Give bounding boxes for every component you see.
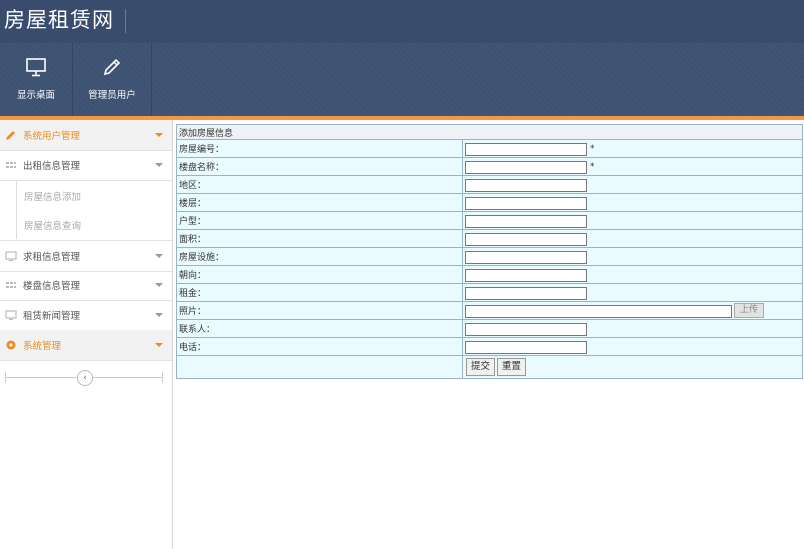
field-label: 户型：	[176, 211, 463, 230]
chevron-down-icon	[155, 163, 163, 167]
monitor-icon	[26, 58, 46, 77]
contact-input[interactable]	[465, 322, 587, 336]
required-mark: *	[590, 162, 595, 172]
required-mark: *	[590, 144, 595, 154]
chevron-down-icon	[155, 133, 163, 137]
field-label: 联系人：	[176, 319, 463, 338]
field-label: 朝向：	[176, 265, 463, 284]
form-row-phone: 电话：	[176, 337, 803, 356]
pencil-icon	[103, 58, 121, 76]
menu-label: 出租信息管理	[23, 161, 81, 172]
chevron-left-icon[interactable]: ‹	[77, 370, 93, 386]
menu-label: 系统管理	[23, 341, 62, 352]
field-label: 房屋编号：	[176, 139, 463, 158]
header-divider	[125, 9, 126, 33]
menu-system-users[interactable]: 系统用户管理	[0, 120, 172, 151]
field-label: 楼盘名称：	[176, 157, 463, 176]
site-title: 房屋租赁网	[4, 8, 114, 32]
app-header: 房屋租赁网	[0, 0, 804, 43]
field-label: 租金：	[176, 283, 463, 302]
phone-input[interactable]	[465, 340, 587, 354]
submenu-label: 房屋信息添加	[24, 192, 82, 203]
layout-input[interactable]	[465, 214, 587, 228]
sidebar-collapse: ‹	[5, 370, 163, 386]
grid-icon	[6, 162, 16, 168]
area-input[interactable]	[465, 232, 587, 246]
menu-rental-news[interactable]: 租赁新闻管理	[0, 300, 172, 331]
form-row-orientation: 朝向：	[176, 265, 803, 284]
submit-button[interactable]: 提交	[466, 358, 496, 376]
monitor-icon	[5, 310, 17, 321]
menu-system-admin[interactable]: 系统管理	[0, 330, 172, 361]
field-label: 地区：	[176, 175, 463, 194]
form-row-rent: 租金：	[176, 283, 803, 302]
chevron-down-icon	[155, 254, 163, 258]
chevron-down-icon	[155, 313, 163, 317]
add-house-panel: 添加房屋信息 房屋编号： * 楼盘名称： * 地区： 楼层： 户型： 面积： 房…	[176, 124, 803, 379]
form-row-house-id: 房屋编号： *	[176, 139, 803, 158]
building-name-input[interactable]	[465, 160, 587, 174]
photo-path-input[interactable]	[465, 304, 732, 318]
facilities-input[interactable]	[465, 250, 587, 264]
form-row-photo: 照片： 上传	[176, 301, 803, 320]
grid-icon	[6, 282, 16, 288]
submenu-query-house[interactable]: 房屋信息查询	[0, 210, 172, 239]
admin-user-label: 管理员用户	[88, 90, 136, 101]
menu-label: 求租信息管理	[23, 252, 81, 263]
form-caption: 添加房屋信息	[176, 124, 803, 140]
show-desktop-label: 显示桌面	[16, 90, 55, 101]
form-row-region: 地区：	[176, 175, 803, 194]
field-label: 楼层：	[176, 193, 463, 212]
submenu-label: 房屋信息查询	[24, 221, 82, 232]
form-row-area: 面积：	[176, 229, 803, 248]
form-row-layout: 户型：	[176, 211, 803, 230]
rent-input[interactable]	[465, 286, 587, 300]
menu-label: 租赁新闻管理	[23, 311, 81, 322]
region-input[interactable]	[465, 178, 587, 192]
sidebar: 系统用户管理 出租信息管理 房屋信息添加 房屋信息查询 求租信息管理 楼盘信息管…	[0, 120, 173, 549]
upload-button[interactable]: 上传	[734, 303, 764, 318]
add-house-form: 添加房屋信息 房屋编号： * 楼盘名称： * 地区： 楼层： 户型： 面积： 房…	[176, 124, 803, 379]
field-label: 房屋设施：	[176, 247, 463, 266]
orientation-input[interactable]	[465, 268, 587, 282]
form-row-building-name: 楼盘名称： *	[176, 157, 803, 176]
chevron-down-icon	[155, 283, 163, 287]
field-label: 面积：	[176, 229, 463, 248]
admin-user-button[interactable]: 管理员用户	[76, 43, 148, 116]
toolbar-divider	[72, 43, 73, 116]
submenu-add-house[interactable]: 房屋信息添加	[0, 181, 172, 210]
reset-button[interactable]: 重置	[497, 358, 527, 376]
pencil-icon	[6, 131, 15, 140]
form-row-facilities: 房屋设施：	[176, 247, 803, 266]
menu-label: 系统用户管理	[23, 131, 81, 142]
house-id-input[interactable]	[465, 142, 587, 156]
menu-building-info[interactable]: 楼盘信息管理	[0, 270, 172, 301]
toolbar-divider	[151, 43, 152, 116]
form-row-contact: 联系人：	[176, 319, 803, 338]
settings-icon	[6, 340, 16, 350]
menu-label: 楼盘信息管理	[23, 281, 81, 292]
monitor-icon	[5, 251, 17, 262]
field-label: 照片：	[176, 301, 463, 320]
chevron-down-icon	[155, 343, 163, 347]
toolbar: 显示桌面 管理员用户	[0, 43, 804, 116]
menu-rental-info[interactable]: 出租信息管理	[0, 150, 172, 181]
floor-input[interactable]	[465, 196, 587, 210]
field-label: 电话：	[176, 337, 463, 356]
form-row-floor: 楼层：	[176, 193, 803, 212]
show-desktop-button[interactable]: 显示桌面	[0, 43, 72, 116]
menu-wanted-info[interactable]: 求租信息管理	[0, 240, 172, 272]
form-row-actions: 提交 重置	[176, 355, 803, 379]
